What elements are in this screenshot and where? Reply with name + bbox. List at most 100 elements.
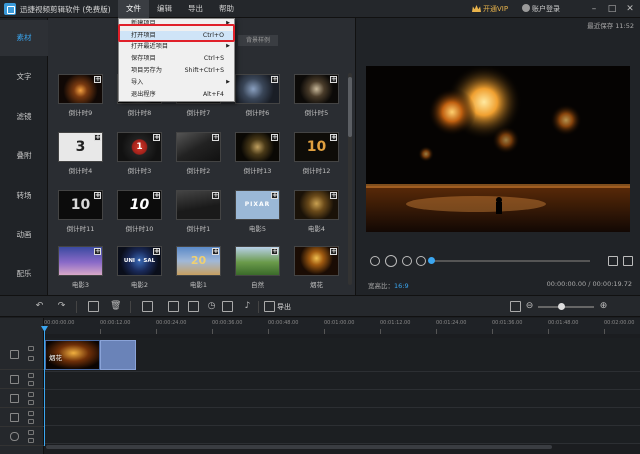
pip-track[interactable] [44,372,640,390]
playback-progress-track[interactable] [430,260,590,262]
menu-item-exit[interactable]: 退出程序 Alt+F4 [119,90,234,99]
track-mute-icon[interactable] [28,430,34,435]
playback-progress-knob[interactable] [428,257,435,264]
aspect-ratio[interactable]: 宽高比：16:9 [368,280,409,290]
track-lock-icon[interactable] [28,356,34,361]
media-thumb-movie2[interactable]: UNI ✦ SAL 电影2 [117,246,162,289]
nav-item-media[interactable]: 素材 [0,20,48,56]
menu-help[interactable]: 帮助 [211,0,242,18]
media-thumb-countdown2[interactable]: 倒计时2 [176,132,221,175]
timeline-clip-fireworks[interactable]: 烟花 [45,340,100,370]
zoom-slider-knob[interactable] [558,303,565,310]
nav-item-animation[interactable]: 动画 [0,217,48,253]
track-visibility-icon[interactable] [28,346,34,351]
add-icon[interactable] [94,191,101,200]
nav-item-text[interactable]: 文字 [0,59,48,95]
media-thumb-countdown11[interactable]: 10 倒计时11 [58,190,103,233]
prev-frame-button[interactable] [370,256,380,266]
nav-item-music[interactable]: 配乐 [0,256,48,292]
media-thumb-movie5[interactable]: PIXAR 电影5 [235,190,280,233]
library-scrollbar[interactable] [348,73,352,285]
library-scroll-thumb[interactable] [348,77,352,137]
track-lock-icon[interactable] [28,438,34,443]
account-login-button[interactable]: 账户登录 [522,4,560,14]
track-lock-icon[interactable] [28,419,34,424]
zoom-in-icon[interactable]: ⊕ [598,301,609,312]
nav-item-transition[interactable]: 转场 [0,178,48,214]
nav-item-filter[interactable]: 滤镜 [0,99,48,135]
add-icon[interactable] [271,191,278,200]
add-icon[interactable] [153,247,160,256]
add-icon[interactable] [212,191,219,200]
menu-export[interactable]: 导出 [180,0,211,18]
menu-file[interactable]: 文件 [118,0,149,18]
voice-track[interactable] [44,426,640,444]
add-icon[interactable] [271,133,278,142]
menu-item-open-recent[interactable]: 打开最近项目 ▶ [119,42,234,51]
track-lock-icon[interactable] [28,400,34,405]
media-thumb-countdown5[interactable]: 倒计时5 [294,74,339,117]
playhead[interactable] [44,326,45,446]
add-icon[interactable] [153,133,160,142]
tab-background-samples[interactable]: 背景样例 [238,35,279,46]
timeline-horizontal-scrollbar[interactable] [46,445,552,449]
volume-icon[interactable] [608,256,618,266]
add-icon[interactable] [271,247,278,256]
media-thumb-movie3[interactable]: 电影3 [58,246,103,289]
fit-timeline-icon[interactable] [510,301,521,312]
media-thumb-movie1[interactable]: 20 电影1 [176,246,221,289]
media-thumb-countdown3[interactable]: 1 倒计时3 [117,132,162,175]
undo-icon[interactable]: ↶ [34,301,45,312]
add-icon[interactable] [330,75,337,84]
add-icon[interactable] [94,75,101,84]
delete-icon[interactable]: 🗑 [110,301,121,312]
track-visibility-icon[interactable] [28,392,34,397]
menu-item-save-as[interactable]: 项目另存为 Shift+Ctrl+S [119,66,234,75]
fullscreen-icon[interactable] [623,256,633,266]
stop-button[interactable] [416,256,426,266]
add-icon[interactable] [94,133,101,142]
zoom-slider-track[interactable] [538,306,594,308]
add-icon[interactable] [330,191,337,200]
maximize-button[interactable]: □ [606,3,618,15]
add-icon[interactable] [153,191,160,200]
media-thumb-countdown9[interactable]: 倒计时9 [58,74,103,117]
zoom-out-icon[interactable]: ⊖ [524,301,535,312]
menu-edit[interactable]: 编辑 [149,0,180,18]
export-button[interactable]: 导出 [277,302,291,312]
record-icon[interactable] [222,301,233,312]
menu-item-save-project[interactable]: 保存项目 Ctrl+S [119,54,234,63]
media-thumb-countdown10[interactable]: 10 倒计时10 [117,190,162,233]
redo-icon[interactable]: ↷ [56,301,67,312]
freeze-frame-icon[interactable] [188,301,199,312]
track-mute-icon[interactable] [28,411,34,416]
add-icon[interactable] [271,75,278,84]
mosaic-icon[interactable] [168,301,179,312]
media-thumb-countdown6[interactable]: 倒计时6 [235,74,280,117]
media-thumb-fireworks[interactable]: 烟花 [294,246,339,289]
next-frame-button[interactable] [402,256,412,266]
menu-item-import[interactable]: 导入 ▶ [119,78,234,87]
export-icon[interactable] [264,301,275,312]
play-button[interactable] [385,255,397,267]
split-icon[interactable] [88,301,99,312]
track-visibility-icon[interactable] [28,373,34,378]
add-icon[interactable] [212,133,219,142]
media-thumb-countdown4[interactable]: 3 倒计时4 [58,132,103,175]
minimize-button[interactable]: – [588,3,600,15]
media-thumb-countdown13[interactable]: 倒计时13 [235,132,280,175]
add-icon[interactable] [330,133,337,142]
media-thumb-nature[interactable]: 自然 [235,246,280,289]
vip-button[interactable]: 开通VIP [472,4,508,14]
media-thumb-movie4[interactable]: 电影4 [294,190,339,233]
add-icon[interactable] [330,247,337,256]
add-icon[interactable] [94,247,101,256]
timeline-clip-selected-region[interactable] [100,340,136,370]
add-icon[interactable] [212,247,219,256]
close-button[interactable]: ✕ [624,3,636,15]
crop-icon[interactable] [142,301,153,312]
speed-icon[interactable]: ◷ [206,301,217,312]
media-thumb-countdown12[interactable]: 10 倒计时12 [294,132,339,175]
aspect-value[interactable]: 16:9 [394,282,409,290]
text-track[interactable] [44,390,640,408]
